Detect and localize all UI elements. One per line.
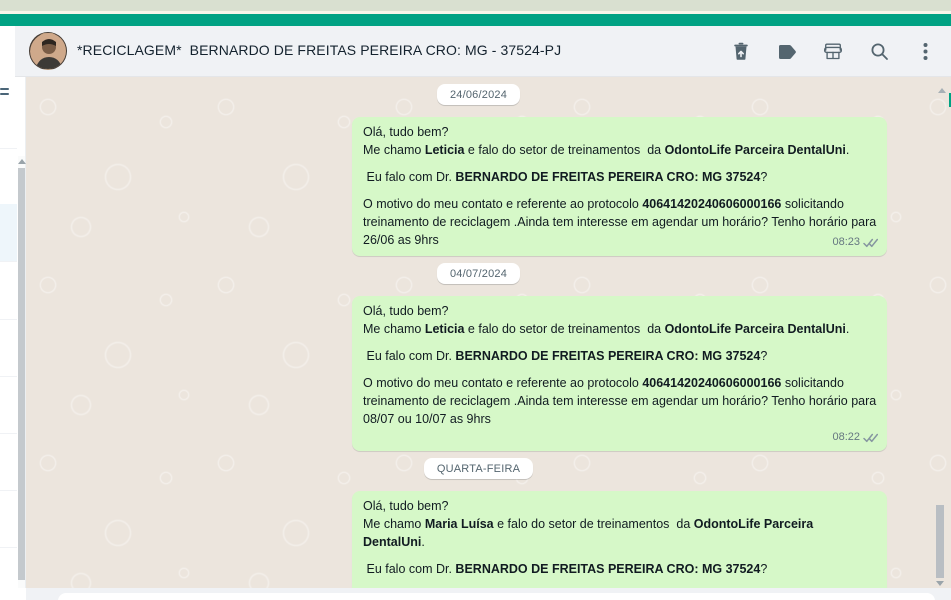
message-time: 08:23 bbox=[832, 236, 860, 248]
message-list: 24/06/2024 Olá, tudo bem? Me chamo Leticia… bbox=[26, 77, 951, 588]
whatsapp-web-window: *RECICLAGEM* BERNARDO DE FREITAS PEREIRA… bbox=[0, 0, 951, 600]
chat-header: *RECICLAGEM* BERNARDO DE FREITAS PEREIRA… bbox=[15, 26, 951, 77]
message-bubble[interactable]: Olá, tudo bem? Me chamo Maria Luísa e fal… bbox=[352, 491, 887, 588]
chat-scrollbar-thumb[interactable] bbox=[936, 505, 944, 578]
message-bubble[interactable]: Olá, tudo bem? Me chamo Leticia e falo do… bbox=[352, 117, 887, 256]
message-meta: 08:22 bbox=[832, 428, 878, 446]
message-text: O motivo do meu contato e referente ao p… bbox=[363, 197, 880, 247]
conversation-panel: 24/06/2024 Olá, tudo bem? Me chamo Leticia… bbox=[26, 77, 951, 588]
archive-icon[interactable] bbox=[823, 42, 843, 62]
message-text: Me chamo Maria Luísa e falo do setor de … bbox=[363, 517, 817, 549]
message-text: Me chamo Leticia e falo do setor de trei… bbox=[363, 322, 850, 336]
date-pill: QUARTA-FEIRA bbox=[423, 458, 534, 479]
delivered-ticks-icon bbox=[863, 431, 878, 443]
search-icon[interactable] bbox=[869, 42, 889, 62]
contact-avatar[interactable] bbox=[29, 32, 67, 70]
message-text: Eu falo com Dr. BERNARDO DE FREITAS PERE… bbox=[363, 170, 768, 184]
message-text: Eu falo com Dr. BERNARDO DE FREITAS PERE… bbox=[363, 349, 768, 363]
date-pill: 04/07/2024 bbox=[436, 263, 521, 284]
menu-icon[interactable] bbox=[915, 42, 935, 62]
chat-scroll-up-arrow[interactable] bbox=[938, 88, 946, 93]
message-text: Olá, tudo bem? bbox=[363, 304, 449, 318]
date-pill: 24/06/2024 bbox=[436, 84, 521, 105]
chat-list-sidebar bbox=[0, 26, 26, 600]
delete-icon[interactable] bbox=[731, 42, 751, 62]
selected-chat-item[interactable] bbox=[0, 204, 17, 261]
message-input[interactable] bbox=[58, 593, 935, 600]
chat-list-snippet-lines bbox=[0, 88, 9, 98]
message-text: Me chamo Leticia e falo do setor de trei… bbox=[363, 143, 850, 157]
delivered-ticks-icon bbox=[863, 236, 878, 248]
label-icon[interactable] bbox=[777, 42, 797, 62]
message-text: Eu falo com Dr. BERNARDO DE FREITAS PERE… bbox=[363, 562, 768, 576]
window-top-strip bbox=[0, 0, 951, 11]
sidebar-scroll-up-arrow[interactable] bbox=[18, 159, 26, 164]
message-time: 08:22 bbox=[832, 431, 860, 443]
message-meta: 08:23 bbox=[832, 233, 878, 251]
message-text: Olá, tudo bem? bbox=[363, 499, 449, 513]
chat-scroll-down-arrow[interactable] bbox=[936, 581, 944, 586]
message-text: Olá, tudo bem? bbox=[363, 125, 449, 139]
app-teal-bar bbox=[0, 14, 951, 26]
chat-header-actions bbox=[731, 26, 935, 77]
chat-contact-title[interactable]: *RECICLAGEM* BERNARDO DE FREITAS PEREIRA… bbox=[77, 42, 561, 58]
sidebar-scrollbar-thumb[interactable] bbox=[18, 168, 25, 580]
message-bubble[interactable]: Olá, tudo bem? Me chamo Leticia e falo do… bbox=[352, 296, 887, 451]
compose-bar bbox=[26, 588, 951, 600]
message-text: O motivo do meu contato e referente ao p… bbox=[363, 376, 880, 426]
